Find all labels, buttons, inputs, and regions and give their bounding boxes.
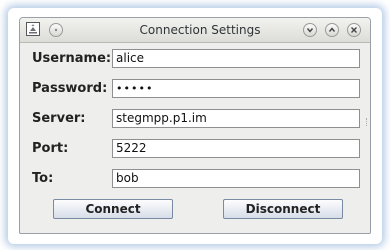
disconnect-button[interactable]: Disconnect [223,199,343,219]
username-field[interactable]: alice [112,49,360,68]
to-field[interactable]: bob [112,169,360,188]
password-label: Password: [32,81,108,96]
java-app-icon [26,22,40,36]
window-menu-button[interactable] [49,23,63,37]
connection-settings-window: Connection Settings Username: alice Pass… [19,17,371,234]
window-title: Connection Settings [139,23,261,37]
password-field[interactable]: ••••• [112,79,360,98]
maximize-button[interactable] [325,23,339,37]
port-field[interactable]: 5222 [112,139,360,158]
username-label: Username: [32,51,112,66]
connect-button[interactable]: Connect [53,199,173,219]
resize-grip[interactable] [366,118,370,126]
port-label: Port: [32,141,69,156]
server-field[interactable]: stegmpp.p1.im [112,109,360,128]
server-label: Server: [32,111,86,126]
title-bar[interactable]: Connection Settings [20,18,370,43]
minimize-button[interactable] [303,23,317,37]
to-label: To: [32,171,54,186]
close-button[interactable] [347,23,361,37]
